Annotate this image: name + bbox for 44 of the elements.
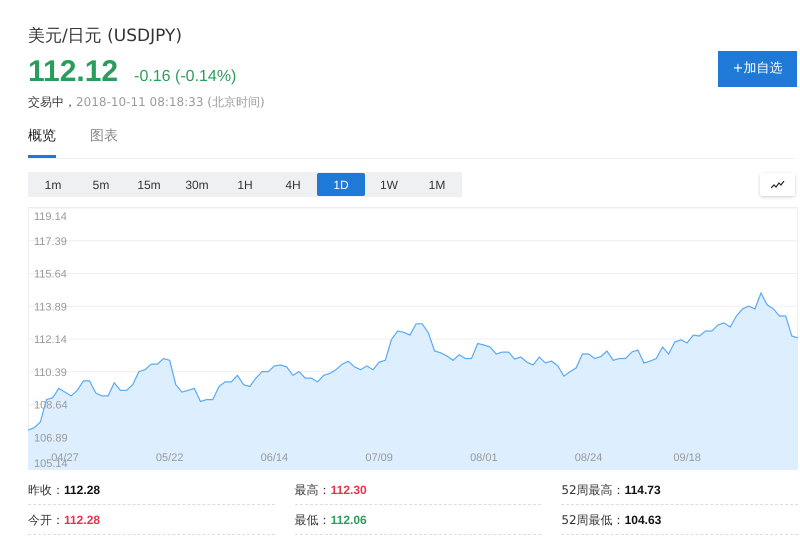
- interval-button[interactable]: 1D: [317, 173, 365, 196]
- interval-button[interactable]: 1H: [221, 173, 269, 196]
- line-chart-icon: [770, 180, 784, 188]
- x-axis-label: 09/18: [673, 452, 701, 464]
- y-axis-label: 117.39: [34, 236, 67, 248]
- x-axis-label: 07/09: [365, 452, 393, 464]
- stat-value: 114.73: [624, 482, 661, 498]
- price: 112.12: [28, 54, 118, 90]
- interval-button[interactable]: 4H: [269, 173, 317, 196]
- x-axis-label: 06/14: [260, 452, 288, 464]
- tab[interactable]: 图表: [90, 126, 118, 158]
- interval-button[interactable]: 1m: [29, 173, 77, 196]
- stat-value: 112.28: [64, 482, 100, 498]
- tab[interactable]: 概览: [28, 126, 56, 158]
- y-axis-label: 119.14: [34, 211, 67, 223]
- interval-button[interactable]: 1M: [413, 173, 461, 196]
- y-axis-label: 113.89: [34, 301, 67, 314]
- stat-label: 最低：: [294, 512, 331, 528]
- x-axis-label: 05/22: [156, 452, 184, 464]
- stat-label: 52周最低：: [561, 512, 625, 528]
- x-axis-label: 08/24: [574, 452, 602, 464]
- instrument-title: 美元/日元 (USDJPY): [28, 25, 183, 48]
- interval-button[interactable]: 5m: [77, 173, 125, 196]
- stat-value: 112.30: [330, 482, 367, 498]
- trading-status: 交易中，: [28, 94, 76, 110]
- y-axis-label: 110.39: [34, 366, 67, 379]
- y-axis-label: 115.64: [34, 268, 67, 280]
- price-change: -0.16 (-0.14%): [134, 67, 236, 87]
- chart-type-button[interactable]: [760, 173, 795, 196]
- stat-label: 最高：: [294, 482, 331, 498]
- y-axis-label: 112.14: [34, 334, 67, 346]
- stat-label: 昨收：: [28, 482, 64, 498]
- add-to-watchlist-button[interactable]: +加自选: [718, 51, 797, 87]
- stat-label: 今开：: [28, 512, 64, 528]
- stat-label: 52周最高：: [561, 482, 625, 498]
- interval-button[interactable]: 15m: [125, 173, 173, 196]
- stat-value: 104.63: [624, 512, 662, 528]
- stat-value: 112.28: [64, 512, 100, 528]
- timestamp: 2018-10-11 08:18:33 (北京时间): [76, 94, 265, 110]
- x-axis-label: 08/01: [470, 452, 498, 464]
- y-axis-label: 106.89: [34, 432, 68, 444]
- stat-value: 112.06: [330, 512, 367, 528]
- interval-button[interactable]: 30m: [173, 173, 221, 196]
- interval-button[interactable]: 1W: [365, 173, 413, 196]
